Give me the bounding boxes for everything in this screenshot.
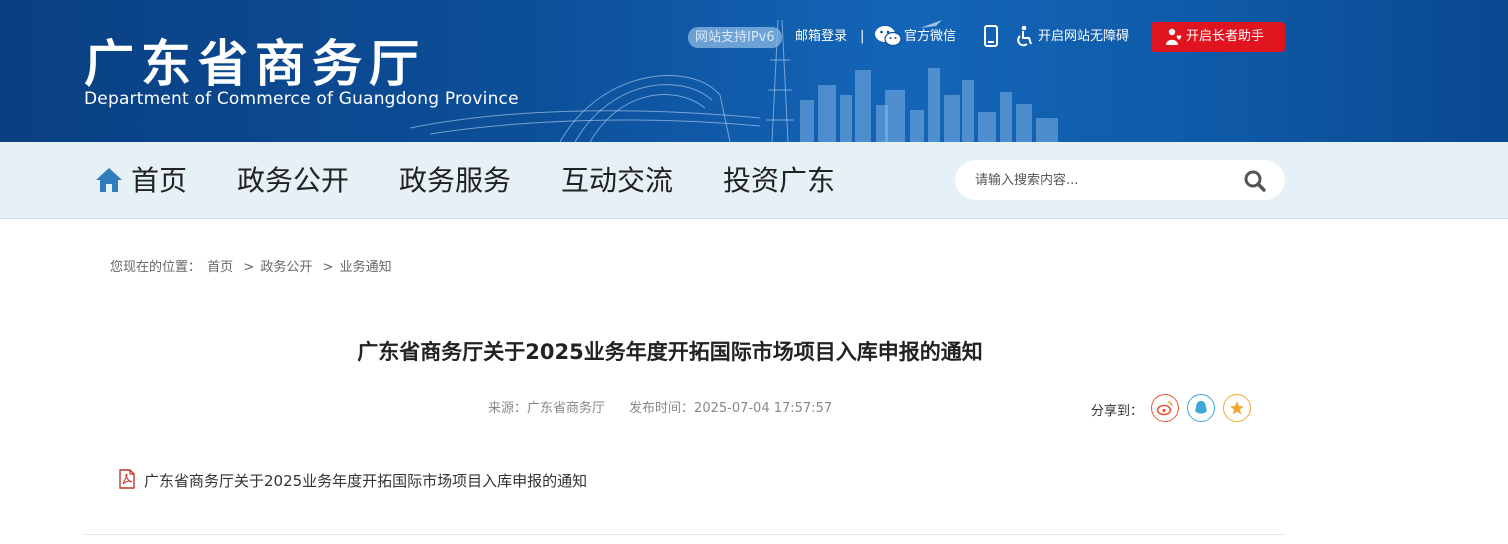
main-navigation: 首页 政务公开 政务服务 互动交流 投资广东	[0, 142, 1508, 219]
nav-item-government-affairs[interactable]: 政务公开	[237, 164, 349, 198]
attachment-link[interactable]: 广东省商务厅关于2025业务年度开拓国际市场项目入库申报的通知	[144, 470, 587, 491]
article-title: 广东省商务厅关于2025业务年度开拓国际市场项目入库申报的通知	[357, 340, 983, 364]
breadcrumb-item-home[interactable]: 首页	[207, 260, 233, 275]
official-wechat-link[interactable]: 官方微信	[904, 28, 956, 46]
breadcrumb-item-business-notice[interactable]: 业务通知	[340, 260, 392, 275]
accessibility-icon[interactable]	[1015, 25, 1035, 51]
publish-time-label: 发布时间：	[629, 401, 695, 416]
publish-time-value: 2025-07-04 17:57:57	[694, 401, 833, 416]
elder-assistant-label: 开启长者助手	[1186, 29, 1265, 44]
search-input[interactable]	[975, 169, 1235, 191]
search-box	[955, 160, 1285, 200]
home-icon[interactable]	[95, 166, 123, 198]
share-label: 分享到：	[1091, 404, 1144, 419]
share-qq-button[interactable]	[1187, 394, 1215, 422]
site-header-banner: 广东省商务厅 Department of Commerce of Guangdo…	[0, 0, 1508, 142]
nav-item-government-services[interactable]: 政务服务	[399, 164, 511, 198]
content-divider	[84, 534, 1285, 535]
qzone-icon	[1230, 401, 1244, 415]
share-weibo-button[interactable]	[1151, 394, 1179, 422]
pdf-icon	[118, 469, 136, 493]
breadcrumb-prefix: 您现在的位置：	[110, 260, 202, 275]
mail-login-link[interactable]: 邮箱登录	[795, 28, 847, 46]
elder-assistant-button[interactable]: 开启长者助手	[1151, 22, 1285, 52]
mobile-phone-icon[interactable]	[984, 25, 998, 51]
weibo-icon	[1156, 401, 1173, 416]
source-label: 来源：	[488, 401, 528, 416]
site-subtitle: Department of Commerce of Guangdong Prov…	[84, 89, 519, 109]
link-separator: |	[860, 29, 865, 44]
nav-item-home[interactable]: 首页	[131, 164, 187, 198]
nav-item-interaction[interactable]: 互动交流	[561, 164, 673, 198]
breadcrumb-item-government-affairs[interactable]: 政务公开	[260, 260, 312, 275]
qq-icon	[1195, 401, 1207, 414]
nav-item-invest-guangdong[interactable]: 投资广东	[723, 164, 835, 198]
top-links-bar: 网站支持IPv6 邮箱登录 | 官方微信 开启网站无障碍 开启长者助手	[0, 22, 1508, 52]
search-icon[interactable]	[1244, 170, 1266, 196]
article-meta: 来源：广东省商务厅 发布时间：2025-07-04 17:57:57	[488, 397, 832, 416]
ipv6-badge: 网站支持IPv6	[688, 27, 782, 48]
wechat-icon[interactable]	[874, 25, 902, 51]
breadcrumb-separator: >	[322, 260, 334, 275]
breadcrumb: 您现在的位置： 首页 > 政务公开 > 业务通知	[110, 256, 392, 275]
share-qzone-button[interactable]	[1223, 394, 1251, 422]
breadcrumb-separator: >	[243, 260, 255, 275]
source-value: 广东省商务厅	[527, 401, 606, 416]
accessibility-mode-link[interactable]: 开启网站无障碍	[1038, 28, 1129, 46]
elder-person-icon	[1166, 28, 1182, 45]
